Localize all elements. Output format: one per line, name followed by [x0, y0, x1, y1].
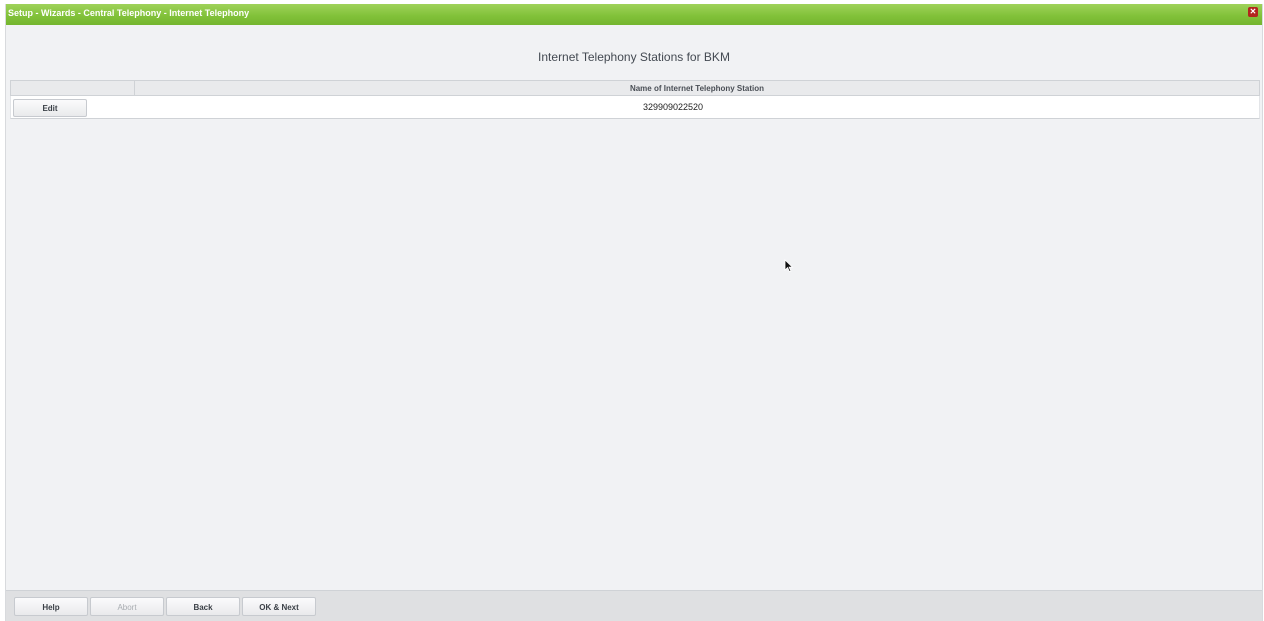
abort-button: Abort — [90, 597, 164, 616]
wizard-window: Setup - Wizards - Central Telephony - In… — [5, 4, 1263, 621]
close-icon[interactable]: ✕ — [1248, 7, 1258, 17]
back-button[interactable]: Back — [166, 597, 240, 616]
window-title: Setup - Wizards - Central Telephony - In… — [8, 8, 250, 18]
help-button[interactable]: Help — [14, 597, 88, 616]
mouse-pointer-icon — [784, 259, 794, 273]
footer-button-bar: Help Abort Back OK & Next — [14, 597, 316, 616]
stations-table: Name of Internet Telephony Station Edit … — [10, 80, 1260, 119]
page-title: Internet Telephony Stations for BKM — [538, 50, 730, 64]
title-bar: Setup - Wizards - Central Telephony - In… — [6, 4, 1262, 25]
ok-next-button[interactable]: OK & Next — [242, 597, 316, 616]
edit-button[interactable]: Edit — [13, 98, 87, 117]
table-header: Name of Internet Telephony Station — [10, 80, 1260, 96]
column-header-action — [11, 81, 135, 95]
wizard-footer: Help Abort Back OK & Next — [6, 590, 1262, 621]
station-name-cell: 329909022520 — [642, 102, 704, 112]
table-row: Edit 329909022520 — [10, 96, 1260, 119]
column-header-station-name[interactable]: Name of Internet Telephony Station — [135, 81, 1259, 95]
